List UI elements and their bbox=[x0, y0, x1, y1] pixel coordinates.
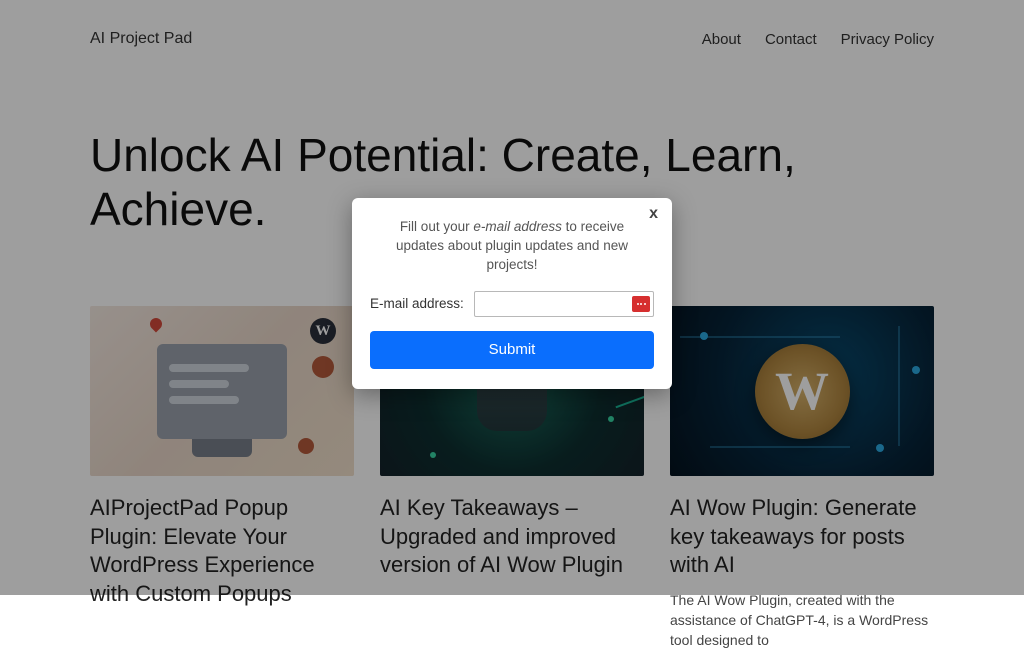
email-label: E-mail address: bbox=[370, 296, 464, 311]
modal-text-em: e-mail address bbox=[473, 219, 562, 234]
submit-button[interactable]: Submit bbox=[370, 331, 654, 369]
modal-overlay[interactable]: x Fill out your e-mail address to receiv… bbox=[0, 0, 1024, 595]
post-excerpt: The AI Wow Plugin, created with the assi… bbox=[670, 590, 934, 651]
close-icon[interactable]: x bbox=[649, 206, 658, 222]
modal-description: Fill out your e-mail address to receive … bbox=[378, 218, 646, 275]
modal-text-pre: Fill out your bbox=[400, 219, 474, 234]
email-signup-modal: x Fill out your e-mail address to receiv… bbox=[352, 198, 672, 389]
password-manager-icon[interactable] bbox=[632, 296, 650, 312]
email-field[interactable] bbox=[474, 291, 654, 317]
